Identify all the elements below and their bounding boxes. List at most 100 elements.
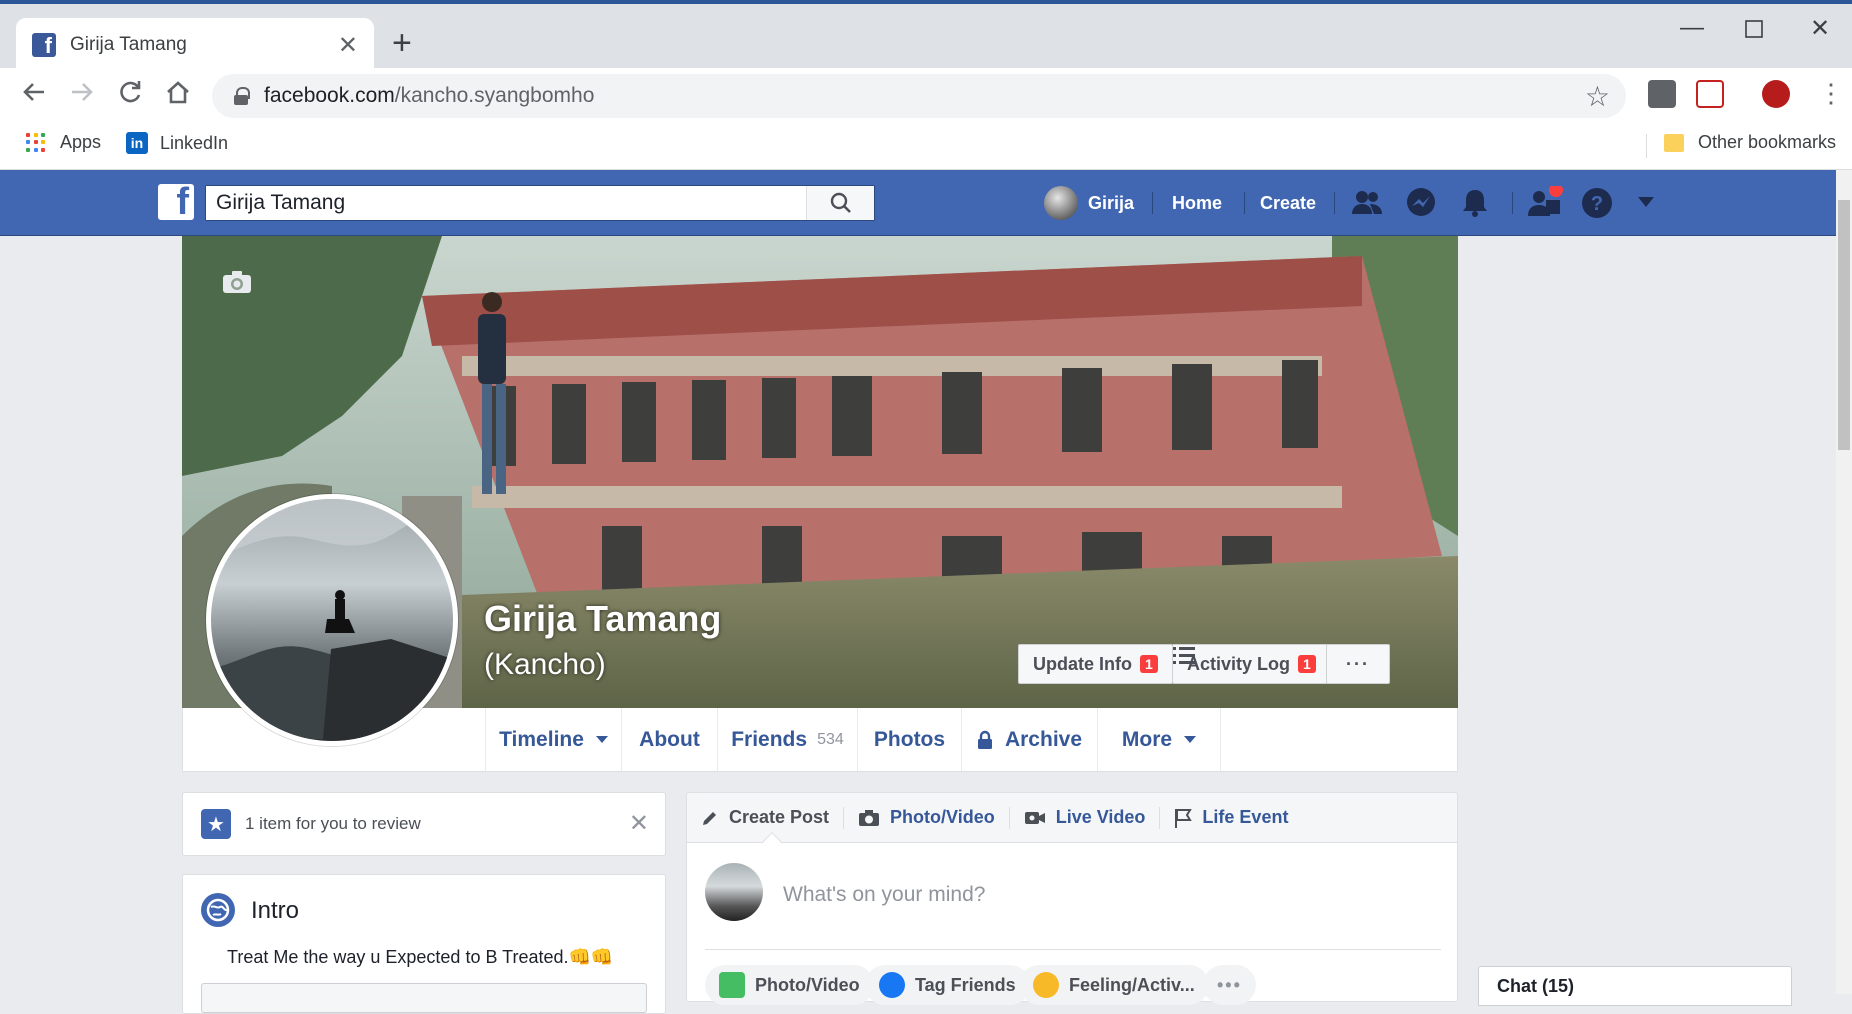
tab-friends-label: Friends: [731, 727, 808, 751]
facebook-logo-icon[interactable]: f: [158, 183, 194, 221]
search-button[interactable]: [806, 186, 874, 220]
forward-button[interactable]: [68, 78, 96, 114]
minimize-button[interactable]: —: [1680, 14, 1704, 42]
page-scrollbar[interactable]: [1836, 170, 1852, 994]
arrow-left-icon: [23, 83, 44, 101]
profile-avatar-icon[interactable]: [1762, 80, 1790, 108]
photo-video-label: Photo/Video: [890, 807, 995, 827]
intro-heading: Intro: [251, 897, 300, 924]
account-menu-caret-icon[interactable]: [1636, 194, 1670, 228]
flag-icon: [1175, 808, 1193, 828]
profile-name: Girija Tamang: [484, 598, 722, 639]
bookmarks-bar: Apps in LinkedIn Other bookmarks: [0, 122, 1852, 170]
profile-more-options-button[interactable]: ···: [1326, 644, 1390, 684]
home-button[interactable]: [164, 78, 192, 114]
photo-video-tab[interactable]: Photo/Video: [858, 807, 995, 828]
nav-profile-link[interactable]: Girija: [1044, 170, 1134, 236]
pencil-icon: [703, 811, 716, 825]
friend-requests-icon[interactable]: [1350, 186, 1384, 220]
composer-divider: [705, 949, 1441, 950]
profile-picture[interactable]: [206, 494, 458, 746]
arrow-right-icon: [72, 83, 93, 101]
nav-divider: [1152, 192, 1153, 214]
photo-icon: [719, 972, 745, 998]
tab-archive[interactable]: Archive: [961, 708, 1097, 771]
live-video-tab[interactable]: Live Video: [1024, 807, 1145, 828]
nav-divider: [1512, 192, 1513, 214]
more-dots-icon: •••: [1217, 974, 1242, 995]
life-event-tab[interactable]: Life Event: [1174, 807, 1288, 828]
tab-about-label: About: [639, 727, 700, 751]
composer-divider: [843, 806, 845, 829]
reload-icon: [120, 81, 141, 103]
extension-pocket-icon[interactable]: [1696, 80, 1724, 108]
smiley-icon: [1033, 972, 1059, 998]
edit-bio-button[interactable]: [201, 983, 647, 1013]
tab-title: Girija Tamang: [70, 34, 187, 55]
bookmark-label: Apps: [60, 132, 102, 152]
feeling-activity-pill[interactable]: Feeling/Activ...: [1019, 965, 1209, 1005]
tag-friends-pill[interactable]: Tag Friends: [865, 965, 1030, 1005]
close-tab-icon[interactable]: ✕: [338, 31, 358, 60]
more-options-pill[interactable]: •••: [1203, 965, 1256, 1005]
messenger-icon[interactable]: [1404, 186, 1438, 220]
tab-friends[interactable]: Friends 534: [717, 708, 857, 771]
find-friends-icon[interactable]: [1526, 183, 1563, 220]
nav-user-name: Girija: [1088, 192, 1135, 213]
new-tab-button[interactable]: +: [392, 26, 412, 60]
review-notice[interactable]: ★ 1 item for you to review ✕: [182, 792, 666, 856]
nav-divider: [1244, 192, 1245, 214]
lock-icon: [234, 87, 250, 105]
star-icon: ★: [201, 809, 231, 839]
globe-icon: [201, 893, 235, 927]
search-icon: [830, 192, 851, 213]
nav-home-link[interactable]: Home: [1172, 170, 1222, 236]
bookmark-label: LinkedIn: [160, 132, 229, 153]
friends-count: 534: [817, 730, 844, 748]
nav-create-label: Create: [1260, 192, 1317, 213]
close-window-button[interactable]: ✕: [1810, 14, 1830, 43]
composer-divider: [1159, 806, 1161, 829]
pill-tag-label: Tag Friends: [915, 974, 1016, 995]
bookmark-star-icon[interactable]: ☆: [1585, 80, 1610, 113]
tab-photos[interactable]: Photos: [857, 708, 961, 771]
other-bookmarks[interactable]: Other bookmarks: [1664, 132, 1836, 153]
avatar: [1044, 186, 1078, 220]
maximize-button[interactable]: [1744, 18, 1764, 46]
extension-bag-icon[interactable]: [1648, 80, 1676, 108]
tab-archive-label: Archive: [1004, 727, 1083, 751]
browser-menu-icon[interactable]: ⋮: [1818, 76, 1844, 110]
activity-log-button[interactable]: Activity Log 1: [1172, 644, 1331, 684]
facebook-favicon-icon: f: [32, 33, 56, 57]
browser-tab[interactable]: f Girija Tamang ✕: [16, 18, 374, 72]
reload-button[interactable]: [116, 78, 144, 114]
other-bookmarks-label: Other bookmarks: [1698, 132, 1837, 152]
search-box: [205, 185, 875, 221]
nav-create-link[interactable]: Create: [1260, 170, 1316, 236]
bookmark-apps[interactable]: Apps: [26, 132, 101, 153]
bookmark-divider: [1646, 134, 1647, 158]
tab-more[interactable]: More: [1097, 708, 1221, 771]
camera-icon: [859, 809, 880, 826]
scrollbar-thumb[interactable]: [1838, 200, 1850, 450]
back-button[interactable]: [20, 78, 48, 114]
notifications-bell-icon[interactable]: [1458, 186, 1492, 220]
bookmark-linkedin[interactable]: in LinkedIn: [126, 132, 228, 154]
more-dots-icon: ···: [1346, 653, 1370, 674]
composer-tabs: Create Post Photo/Video Live Video Life …: [687, 793, 1457, 843]
photo-video-pill[interactable]: Photo/Video: [705, 965, 874, 1005]
help-icon[interactable]: ?: [1580, 186, 1614, 220]
search-input[interactable]: [206, 186, 806, 220]
address-bar[interactable]: facebook.com/kancho.syangbomho ☆: [212, 74, 1626, 118]
close-icon[interactable]: ✕: [629, 809, 649, 838]
update-info-button[interactable]: Update Info 1: [1018, 644, 1173, 684]
pill-feeling-label: Feeling/Activ...: [1069, 974, 1195, 995]
create-post-tab[interactable]: Create Post: [701, 807, 829, 828]
intro-bio: Treat Me the way u Expected to B Treated…: [227, 947, 614, 967]
post-input[interactable]: What's on your mind?: [783, 883, 985, 907]
nav-home-label: Home: [1172, 192, 1223, 213]
tab-about[interactable]: About: [621, 708, 717, 771]
chat-bar[interactable]: Chat (15): [1478, 966, 1792, 1006]
tab-bar: f Girija Tamang ✕ + — ✕: [0, 0, 1852, 72]
tab-timeline[interactable]: Timeline: [485, 708, 621, 771]
